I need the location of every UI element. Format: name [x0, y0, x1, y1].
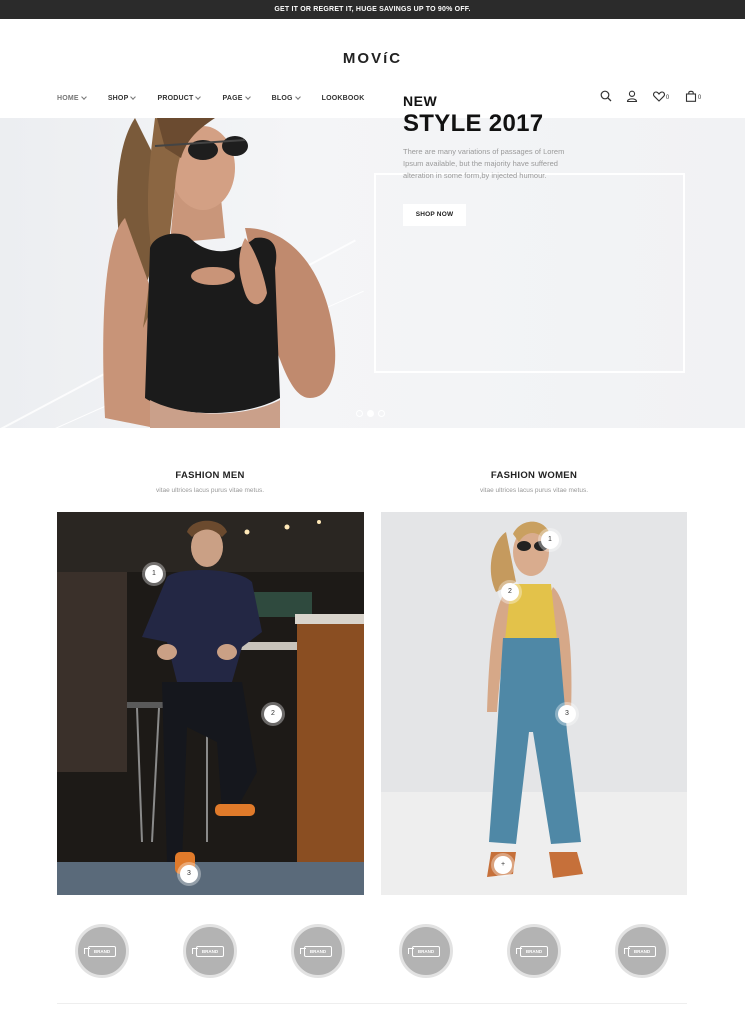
nav-item-blog[interactable]: BLOG — [271, 92, 301, 104]
promo-bar: GET IT OR REGRET IT, HUGE SAVINGS UP TO … — [0, 0, 745, 19]
hotspot-2[interactable]: 2 — [501, 583, 519, 601]
brand-label: BRAND — [516, 945, 548, 957]
collection-title-women: FASHION WOMEN — [490, 470, 578, 481]
hero-description: There are many variations of passages of… — [403, 147, 565, 180]
chevron-down-icon — [195, 94, 202, 100]
hotspot-1[interactable]: 1 — [541, 531, 559, 549]
hero-title: STYLE 2017 — [403, 110, 544, 137]
bag-icon — [685, 90, 696, 102]
nav-label: BLOG — [271, 94, 293, 102]
collection-subtitle-women: vitae ultrices lacus purus vitae metus. — [479, 487, 589, 494]
women-scene-illustration — [381, 521, 687, 895]
slider-dot-active[interactable] — [367, 410, 374, 417]
brand-logo[interactable]: BRAND — [615, 924, 669, 978]
hotspot-plus[interactable]: + — [494, 856, 512, 874]
chevron-down-icon — [294, 94, 301, 100]
cart-button[interactable]: 0 — [682, 88, 704, 104]
site-logo[interactable]: MOVíC — [0, 50, 745, 67]
nav-item-lookbook[interactable]: LOOKBOOK — [322, 92, 365, 104]
collection-title-men: FASHION MEN — [175, 470, 245, 481]
nav-label: LOOKBOOK — [321, 94, 365, 102]
heart-icon — [652, 90, 665, 102]
men-lookbook-image[interactable]: 1 2 3 — [57, 512, 364, 895]
nav-label: HOME — [57, 94, 79, 102]
brand-label: BRAND — [84, 945, 116, 957]
brand-logo[interactable]: BRAND — [507, 924, 561, 978]
hotspot-3[interactable]: 3 — [558, 705, 576, 723]
brand-logos-row: BRAND BRAND BRAND BRAND BRAND BRAND — [75, 924, 675, 980]
search-icon[interactable] — [598, 88, 614, 104]
main-nav: HOME SHOP PRODUCT PAGE BLOG LOOKBOOK — [57, 92, 386, 104]
slider-dots — [356, 410, 385, 417]
brand-label: BRAND — [408, 945, 440, 957]
nav-label: SHOP — [107, 94, 129, 102]
brand-label: BRAND — [192, 945, 224, 957]
nav-label: PRODUCT — [157, 94, 194, 102]
nav-item-shop[interactable]: SHOP — [107, 92, 137, 104]
user-icon[interactable] — [624, 88, 640, 104]
hero-model-image — [103, 118, 336, 428]
women-lookbook-image[interactable]: 1 2 3 + — [381, 512, 687, 895]
nav-item-page[interactable]: PAGE — [222, 92, 251, 104]
brand-logo[interactable]: BRAND — [399, 924, 453, 978]
chevron-down-icon — [80, 94, 87, 100]
nav-label: PAGE — [222, 94, 243, 102]
men-scene-illustration — [57, 512, 364, 895]
hero-eyebrow: NEW — [403, 93, 438, 109]
slider-dot[interactable] — [378, 410, 385, 417]
wishlist-button[interactable]: 0 — [650, 88, 672, 104]
slider-dot[interactable] — [356, 410, 363, 417]
brand-logo[interactable]: BRAND — [75, 924, 129, 978]
hero-slider — [0, 118, 745, 428]
promo-text: GET IT OR REGRET IT, HUGE SAVINGS UP TO … — [274, 6, 471, 13]
brand-logo[interactable]: BRAND — [291, 924, 345, 978]
nav-item-product[interactable]: PRODUCT — [157, 92, 202, 104]
brand-label: BRAND — [300, 945, 332, 957]
collection-subtitle-men: vitae ultrices lacus purus vitae metus. — [155, 487, 265, 494]
nav-item-home[interactable]: HOME — [57, 92, 87, 104]
divider — [57, 1003, 687, 1004]
wishlist-count: 0 — [665, 94, 670, 101]
brand-label: BRAND — [624, 945, 656, 957]
cart-count: 0 — [697, 94, 702, 101]
brand-logo[interactable]: BRAND — [183, 924, 237, 978]
hero-content-frame — [374, 173, 685, 373]
chevron-down-icon — [130, 94, 137, 100]
chevron-down-icon — [244, 94, 251, 100]
shop-now-button[interactable]: SHOP NOW — [403, 204, 466, 226]
hotspot-3[interactable]: 3 — [180, 865, 198, 883]
hotspot-1[interactable]: 1 — [145, 565, 163, 583]
header-icons: 0 0 — [598, 88, 714, 104]
hotspot-2[interactable]: 2 — [264, 705, 282, 723]
